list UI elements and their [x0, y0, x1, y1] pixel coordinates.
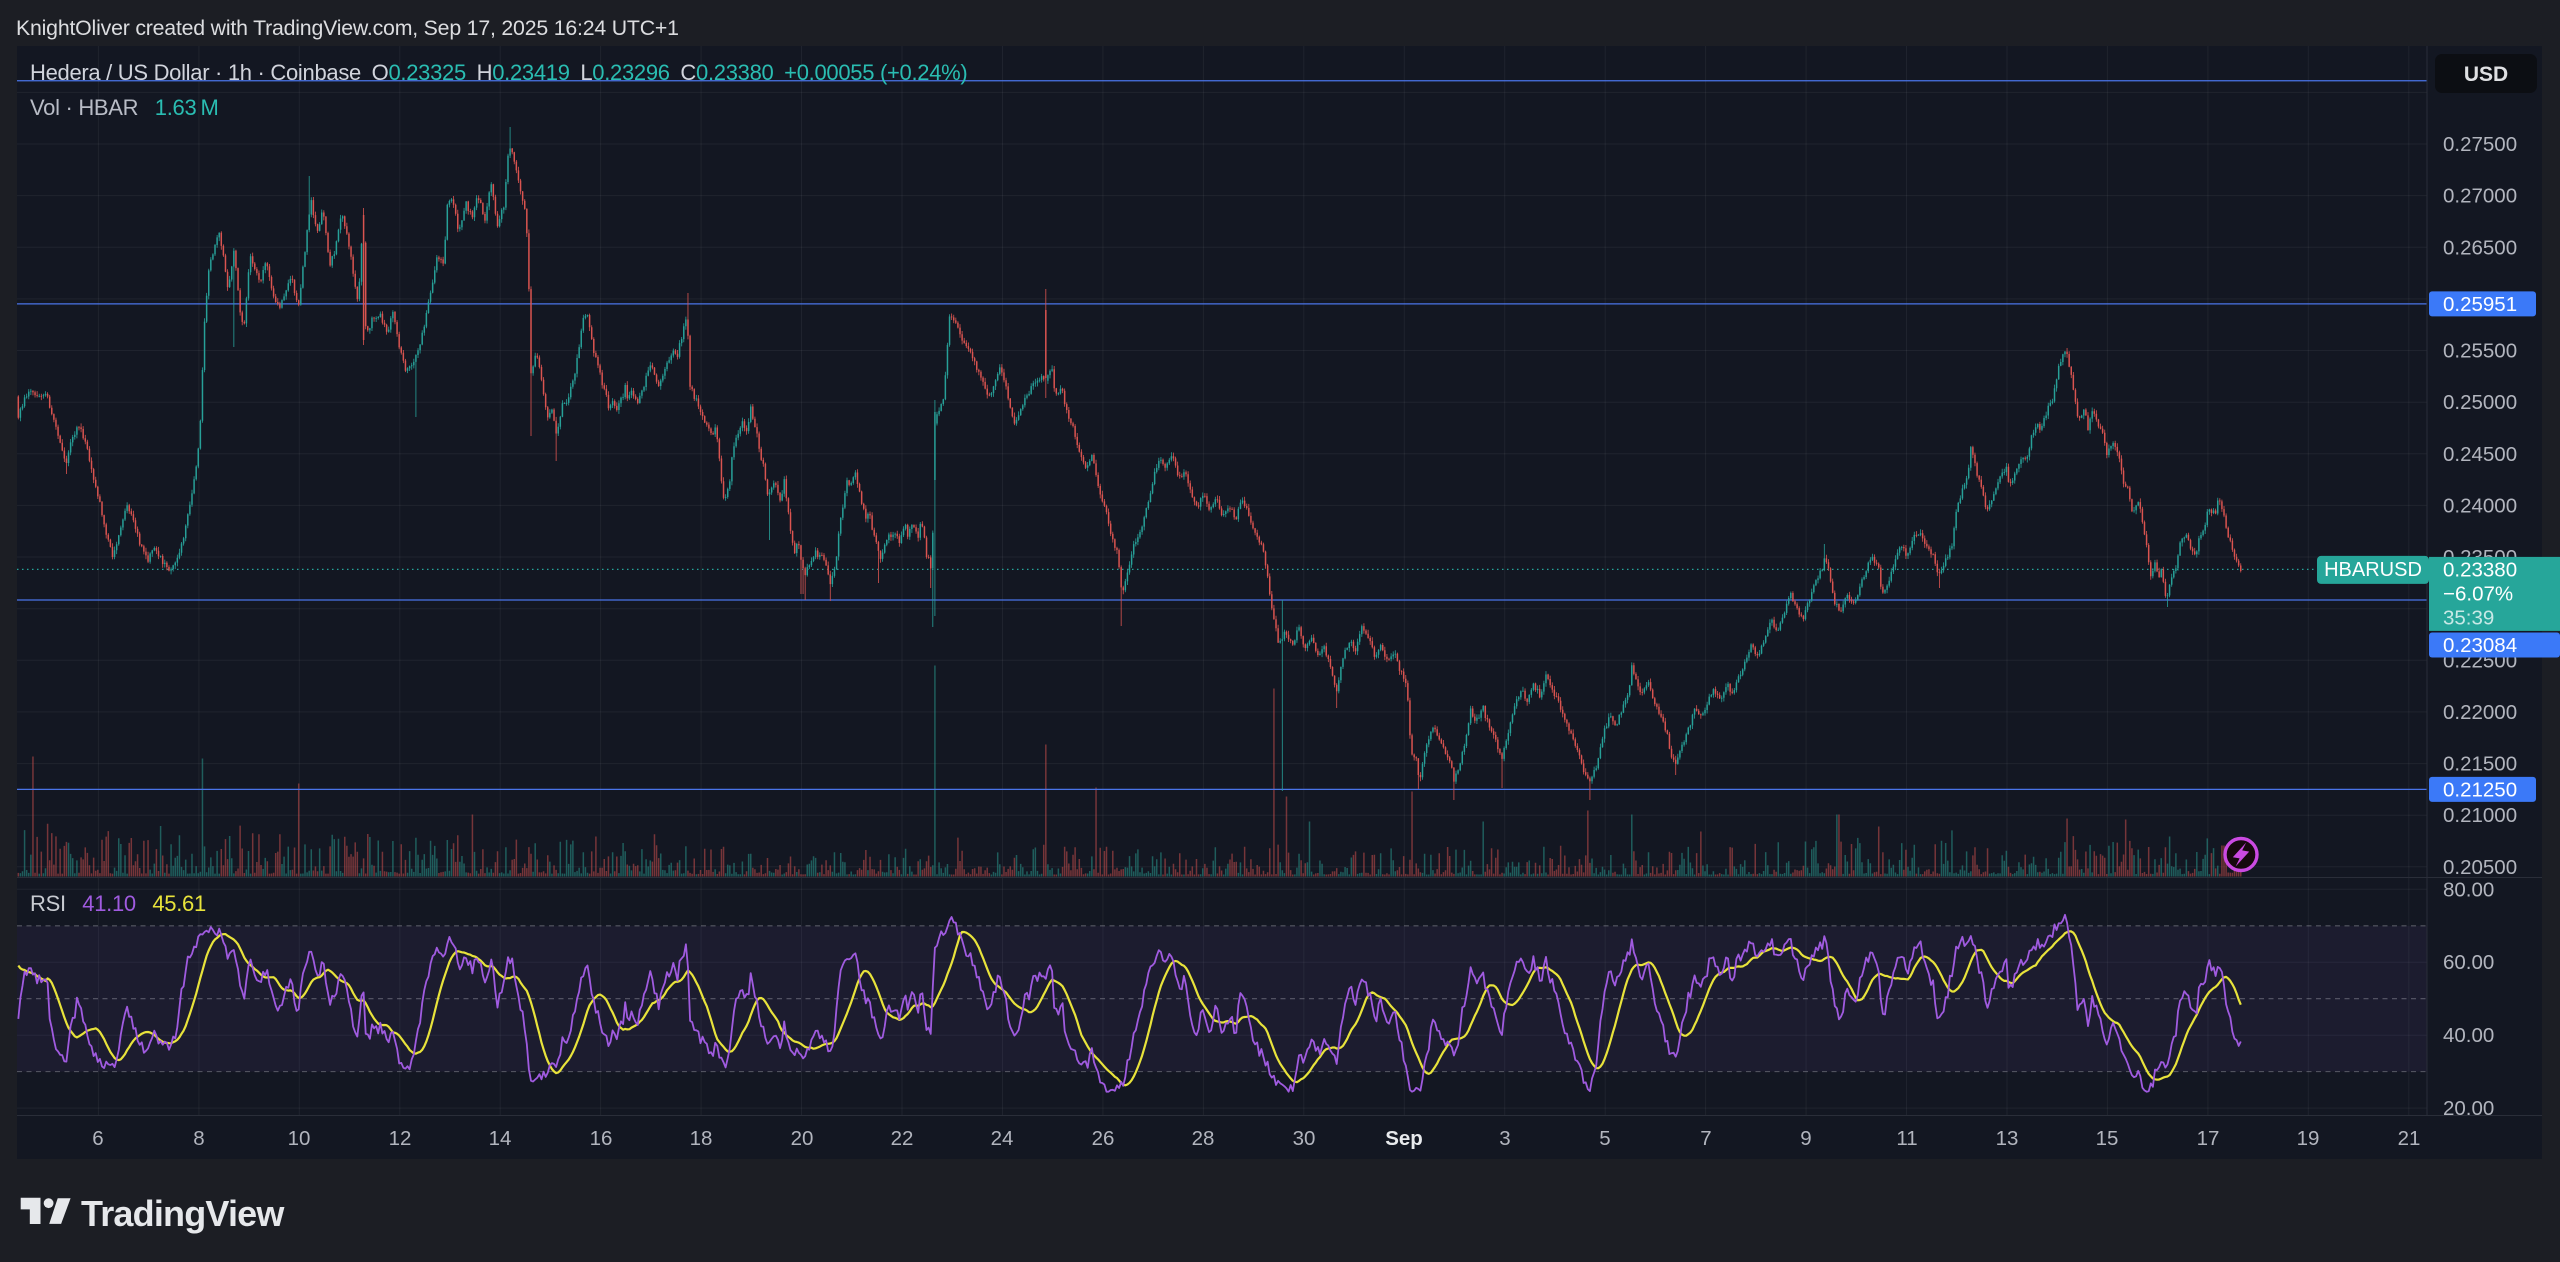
svg-text:24: 24	[991, 1127, 1014, 1150]
svg-text:7: 7	[1700, 1127, 1711, 1150]
svg-text:Hedera / US Dollar · 1h · Coin: Hedera / US Dollar · 1h · Coinbase O0.23…	[30, 60, 967, 85]
svg-text:13: 13	[1996, 1127, 2019, 1150]
svg-text:8: 8	[193, 1127, 204, 1150]
svg-text:Sep: Sep	[1385, 1127, 1423, 1150]
svg-text:0.21500: 0.21500	[2443, 753, 2517, 776]
svg-text:0.22000: 0.22000	[2443, 701, 2517, 724]
svg-text:16: 16	[590, 1127, 613, 1150]
svg-text:0.23380: 0.23380	[2443, 558, 2517, 581]
svg-text:5: 5	[1599, 1127, 1610, 1150]
svg-text:17: 17	[2197, 1127, 2220, 1150]
svg-text:0.25500: 0.25500	[2443, 340, 2517, 363]
svg-text:6: 6	[92, 1127, 103, 1150]
svg-text:0.21250: 0.21250	[2443, 778, 2517, 801]
svg-text:0.25951: 0.25951	[2443, 293, 2517, 316]
svg-text:9: 9	[1800, 1127, 1811, 1150]
svg-text:Vol · HBAR 1.63 M: Vol · HBAR 1.63 M	[30, 95, 219, 120]
svg-text:KnightOliver created with Trad: KnightOliver created with TradingView.co…	[16, 16, 679, 40]
svg-text:40.00: 40.00	[2443, 1024, 2494, 1047]
svg-text:10: 10	[288, 1127, 311, 1150]
svg-text:35:39: 35:39	[2443, 606, 2494, 629]
svg-text:21: 21	[2398, 1127, 2421, 1150]
svg-text:20.00: 20.00	[2443, 1097, 2494, 1120]
svg-text:0.20500: 0.20500	[2443, 856, 2517, 879]
svg-text:HBARUSD: HBARUSD	[2324, 559, 2422, 581]
svg-text:0.24000: 0.24000	[2443, 494, 2517, 517]
svg-text:0.27000: 0.27000	[2443, 185, 2517, 208]
svg-text:20: 20	[791, 1127, 814, 1150]
svg-text:0.26500: 0.26500	[2443, 236, 2517, 259]
svg-text:60.00: 60.00	[2443, 951, 2494, 974]
svg-text:3: 3	[1499, 1127, 1510, 1150]
svg-text:22: 22	[891, 1127, 914, 1150]
svg-text:18: 18	[690, 1127, 713, 1150]
svg-text:15: 15	[2096, 1127, 2119, 1150]
svg-text:26: 26	[1092, 1127, 1115, 1150]
svg-text:0.24500: 0.24500	[2443, 443, 2517, 466]
svg-text:TradingView: TradingView	[81, 1193, 285, 1234]
svg-text:11: 11	[1896, 1127, 1917, 1150]
svg-text:28: 28	[1192, 1127, 1215, 1150]
svg-text:14: 14	[489, 1127, 512, 1150]
svg-text:12: 12	[389, 1127, 412, 1150]
svg-text:80.00: 80.00	[2443, 878, 2494, 901]
svg-text:RSI 41.10 45.61: RSI 41.10 45.61	[30, 891, 206, 916]
svg-text:0.27500: 0.27500	[2443, 133, 2517, 156]
svg-text:0.25000: 0.25000	[2443, 391, 2517, 414]
svg-text:0.21000: 0.21000	[2443, 804, 2517, 827]
svg-text:−6.07%: −6.07%	[2443, 582, 2513, 605]
svg-text:USD: USD	[2464, 63, 2508, 86]
svg-text:19: 19	[2297, 1127, 2320, 1150]
svg-text:0.23084: 0.23084	[2443, 634, 2517, 657]
svg-text:30: 30	[1293, 1127, 1316, 1150]
